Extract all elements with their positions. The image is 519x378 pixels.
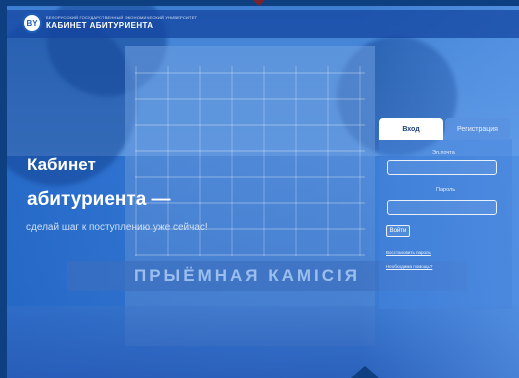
email-field[interactable] xyxy=(387,160,497,182)
hero-subtitle: сделай шаг к поступлению уже сейчас! xyxy=(26,222,208,233)
restore-password-link[interactable]: Восстановить пароль xyxy=(386,250,431,255)
tab-login[interactable]: Вход xyxy=(379,118,443,140)
admission-sign: ПРЫЁМНАЯ КАМІСІЯ xyxy=(134,266,360,285)
site-title[interactable]: КАБИНЕТ АБИТУРИЕНТА xyxy=(46,21,153,30)
hero-title: Кабинет абитуриента — xyxy=(27,155,171,209)
hero-title-line1: Кабинет xyxy=(27,155,96,174)
password-input[interactable] xyxy=(388,208,496,222)
password-field[interactable] xyxy=(387,200,497,222)
hero-title-line2: абитуриента — xyxy=(27,189,171,210)
university-name: БЕЛОРУССКИЙ ГОСУДАРСТВЕННЫЙ ЭКОНОМИЧЕСКИ… xyxy=(46,15,198,20)
university-logo[interactable]: BY xyxy=(22,13,42,33)
password-label: Пароль xyxy=(436,187,456,193)
tab-register[interactable]: Регистрация xyxy=(445,118,510,140)
email-input[interactable] xyxy=(388,168,496,182)
email-label: Эл.почта xyxy=(432,150,455,156)
login-button[interactable]: Войти xyxy=(386,225,410,237)
help-link[interactable]: Необходима помощь? xyxy=(386,264,432,269)
